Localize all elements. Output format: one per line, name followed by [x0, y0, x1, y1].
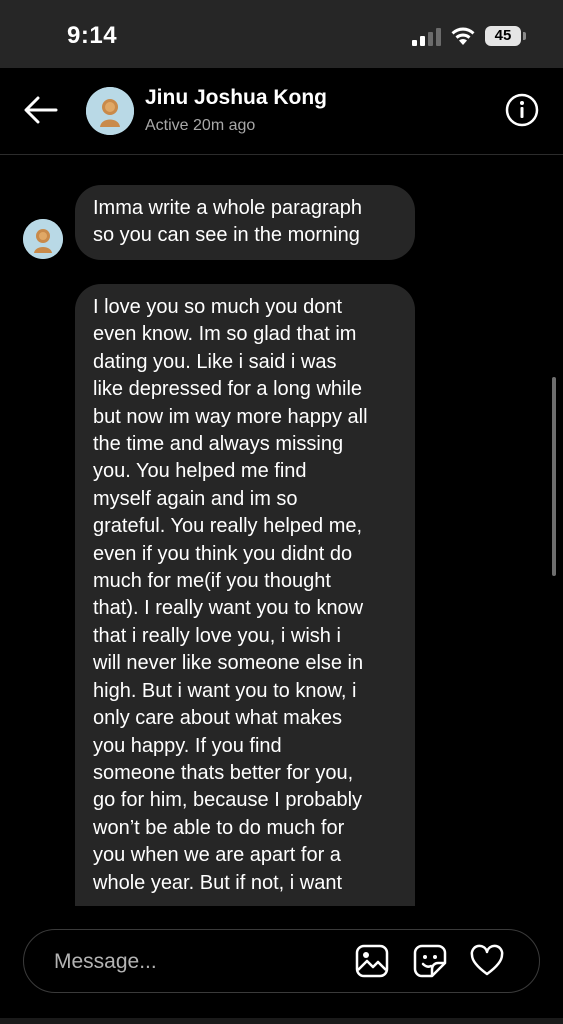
info-icon[interactable] — [505, 93, 539, 127]
cellular-signal-icon — [412, 28, 441, 46]
message-bubble[interactable]: I love you so much you dont even know. I… — [75, 284, 415, 906]
arrow-left-icon[interactable] — [24, 96, 58, 124]
status-time: 9:14 — [67, 22, 118, 49]
message-bubble[interactable]: Imma write a whole paragraph so you can … — [75, 185, 415, 260]
sticker-icon[interactable] — [413, 944, 447, 978]
chat-header — [0, 68, 563, 155]
message-avatar[interactable] — [23, 219, 63, 259]
heart-icon[interactable] — [470, 944, 504, 978]
battery-nub — [523, 32, 526, 40]
wifi-icon — [451, 27, 475, 45]
avatar[interactable] — [86, 87, 134, 135]
image-icon[interactable] — [355, 944, 389, 978]
home-indicator-area — [0, 1018, 563, 1024]
active-status: Active 20m ago — [145, 117, 256, 134]
scrollbar[interactable] — [552, 377, 556, 576]
contact-name[interactable]: Jinu Joshua Kong — [145, 86, 327, 110]
avatar-image — [23, 219, 63, 259]
avatar-image — [86, 87, 134, 135]
battery-icon: 45 — [485, 26, 521, 46]
message-input[interactable] — [52, 944, 336, 980]
